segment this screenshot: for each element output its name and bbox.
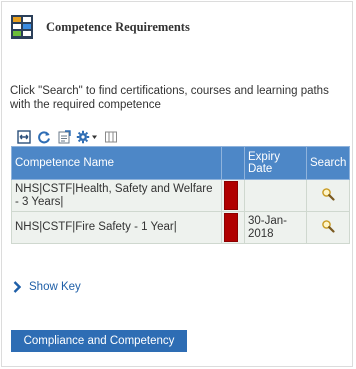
col-expiry-date[interactable]: Expiry Date bbox=[244, 146, 307, 180]
status-cell bbox=[221, 211, 245, 244]
competence-table: Competence Name Expiry Date Search NHS|C… bbox=[11, 146, 350, 244]
table-row: NHS|CSTF|Fire Safety - 1 Year| 30-Jan-20… bbox=[11, 211, 350, 244]
panel-title: Competence Requirements bbox=[46, 19, 190, 34]
status-indicator bbox=[224, 181, 238, 210]
export-icon[interactable] bbox=[56, 130, 71, 145]
search-icon[interactable] bbox=[321, 219, 335, 233]
chevron-right-icon bbox=[13, 281, 21, 293]
expiry-date-cell: 30-Jan-2018 bbox=[244, 211, 307, 244]
search-cell bbox=[306, 211, 350, 244]
table-header-row: Competence Name Expiry Date Search bbox=[11, 146, 350, 180]
competence-app-icon bbox=[11, 15, 33, 39]
refresh-icon[interactable] bbox=[36, 130, 51, 145]
competence-name-cell: NHS|CSTF|Health, Safety and Welfare - 3 … bbox=[11, 179, 222, 212]
col-status bbox=[221, 146, 245, 180]
search-cell bbox=[306, 179, 350, 212]
grid-toolbar bbox=[16, 128, 118, 146]
competence-name-cell: NHS|CSTF|Fire Safety - 1 Year| bbox=[11, 211, 222, 244]
column-chooser-icon[interactable] bbox=[103, 130, 118, 145]
show-key-toggle[interactable]: Show Key bbox=[13, 281, 81, 293]
status-indicator bbox=[224, 213, 238, 242]
status-cell bbox=[221, 179, 245, 212]
col-search: Search bbox=[306, 146, 350, 180]
expiry-date-cell bbox=[244, 179, 307, 212]
search-icon[interactable] bbox=[321, 187, 335, 201]
settings-icon[interactable] bbox=[76, 130, 98, 145]
col-competence-name[interactable]: Competence Name bbox=[11, 146, 222, 180]
fit-columns-icon[interactable] bbox=[16, 130, 31, 145]
show-key-label: Show Key bbox=[29, 281, 81, 293]
instructions-text: Click "Search" to find certifications, c… bbox=[10, 85, 329, 111]
table-row: NHS|CSTF|Health, Safety and Welfare - 3 … bbox=[11, 179, 350, 212]
panel-header: Competence Requirements bbox=[10, 12, 190, 42]
compliance-and-competency-button[interactable]: Compliance and Competency bbox=[11, 330, 187, 352]
competence-requirements-panel: Competence Requirements Click "Search" t… bbox=[1, 1, 353, 367]
